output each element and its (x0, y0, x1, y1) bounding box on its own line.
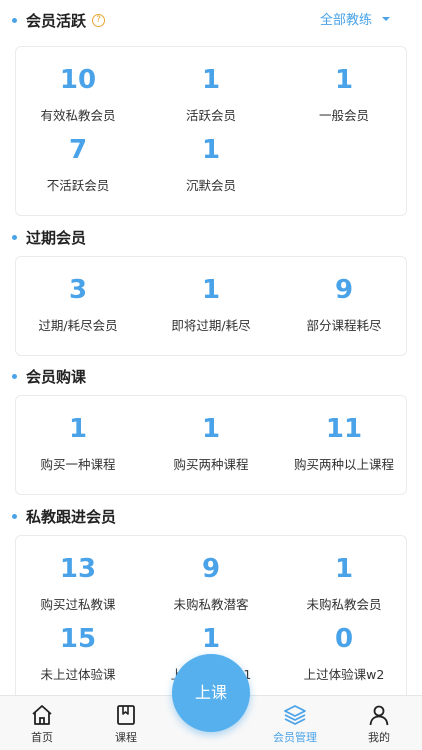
stat-label: 活跃会员 (185, 108, 236, 123)
stat-value: 9 (334, 275, 354, 305)
stat-label: 一般会员 (318, 108, 369, 123)
stat-bought-two-courses[interactable]: 1 购买两种课程 (146, 414, 276, 473)
stat-label: 购买两种课程 (173, 457, 249, 472)
section-header-purchases: 会员购课 (12, 363, 410, 389)
stat-valid-private-members[interactable]: 10 有效私教会员 (13, 65, 143, 124)
stat-label: 未购私教潜客 (173, 597, 249, 612)
section-title: 会员活跃 (26, 11, 87, 30)
stat-label: 上过体验课w2 (303, 667, 385, 682)
stat-silent-members[interactable]: 1 沉默会员 (146, 135, 276, 194)
stat-value: 1 (334, 554, 354, 584)
expired-card: 3 过期/耗尽会员 1 即将过期/耗尽 9 部分课程耗尽 (15, 256, 407, 356)
stat-partial-exhausted[interactable]: 9 部分课程耗尽 (279, 275, 409, 334)
coach-filter-dropdown[interactable]: 全部教练 (320, 9, 390, 28)
tab-course[interactable]: 课程 (91, 696, 161, 750)
stat-value: 1 (201, 414, 221, 444)
stat-bought-one-course[interactable]: 1 购买一种课程 (13, 414, 143, 473)
stat-unbought-prospects[interactable]: 9 未购私教潜客 (146, 554, 276, 613)
stat-value: 7 (68, 135, 88, 165)
section-header-expired: 过期会员 (12, 224, 410, 250)
stat-label: 未购私教会员 (306, 597, 382, 612)
bullet-dot (12, 373, 17, 379)
tab-label: 首页 (31, 731, 53, 744)
stat-value: 15 (59, 624, 97, 654)
stat-label: 购买两种以上课程 (293, 457, 394, 472)
stat-value: 3 (68, 275, 88, 305)
stat-label: 不活跃会员 (46, 178, 110, 193)
section-title: 会员购课 (26, 367, 87, 386)
help-icon[interactable]: ? (92, 13, 106, 27)
activity-card: 10 有效私教会员 1 活跃会员 1 一般会员 7 不活跃会员 1 沉默会员 (15, 46, 407, 216)
start-class-button[interactable]: 上课 (172, 654, 250, 732)
stat-label: 过期/耗尽会员 (38, 318, 118, 333)
stat-normal-members[interactable]: 1 一般会员 (279, 65, 409, 124)
stat-no-trial-class[interactable]: 15 未上过体验课 (13, 624, 143, 683)
stat-active-members[interactable]: 1 活跃会员 (146, 65, 276, 124)
tab-label: 我的 (368, 731, 390, 744)
tab-label: 会员管理 (273, 731, 317, 744)
section-title: 私教跟进会员 (26, 507, 117, 526)
stat-value: 1 (334, 65, 354, 95)
user-icon (369, 705, 389, 726)
stat-value: 1 (201, 135, 221, 165)
purchases-card: 1 购买一种课程 1 购买两种课程 11 购买两种以上课程 (15, 395, 407, 495)
bullet-dot (12, 234, 17, 240)
stat-value: 9 (201, 554, 221, 584)
stat-label: 购买一种课程 (40, 457, 116, 472)
layers-icon (284, 705, 306, 725)
stat-value: 11 (325, 414, 363, 444)
stat-value: 1 (201, 624, 221, 654)
stat-label: 沉默会员 (185, 178, 236, 193)
stat-label: 有效私教会员 (40, 108, 116, 123)
book-icon (117, 705, 135, 725)
stat-label: 即将过期/耗尽 (171, 318, 251, 333)
caret-down-icon (382, 16, 390, 21)
stat-bought-more-courses[interactable]: 11 购买两种以上课程 (279, 414, 409, 473)
section-header-activity: 会员活跃 ? 全部教练 (12, 7, 410, 33)
stat-value: 1 (68, 414, 88, 444)
stat-expiring-soon[interactable]: 1 即将过期/耗尽 (146, 275, 276, 334)
stat-label: 部分课程耗尽 (306, 318, 382, 333)
tab-mine[interactable]: 我的 (344, 696, 414, 750)
section-header-followup: 私教跟进会员 (12, 503, 410, 529)
stat-value: 13 (59, 554, 97, 584)
bullet-dot (12, 513, 17, 519)
stat-value: 0 (334, 624, 354, 654)
tab-label: 课程 (115, 731, 137, 744)
stat-trial-class-w2[interactable]: 0 上过体验课w2 (279, 624, 409, 683)
stat-inactive-members[interactable]: 7 不活跃会员 (13, 135, 143, 194)
home-icon (32, 705, 52, 725)
stat-value: 1 (201, 275, 221, 305)
tab-home[interactable]: 首页 (7, 696, 77, 750)
stat-value: 10 (59, 65, 97, 95)
app: 会员活跃 ? 全部教练 10 有效私教会员 1 活跃会员 1 一般会员 7 不活 (0, 0, 422, 750)
stat-label: 购买过私教课 (40, 597, 116, 612)
stat-bought-private[interactable]: 13 购买过私教课 (13, 554, 143, 613)
bullet-dot (12, 17, 17, 23)
coach-filter-label: 全部教练 (319, 13, 372, 28)
tab-member-management[interactable]: 会员管理 (260, 696, 330, 750)
section-title: 过期会员 (26, 228, 87, 247)
stat-label: 未上过体验课 (40, 667, 116, 682)
stat-unbought-members[interactable]: 1 未购私教会员 (279, 554, 409, 613)
scroll-content[interactable]: 会员活跃 ? 全部教练 10 有效私教会员 1 活跃会员 1 一般会员 7 不活 (0, 0, 422, 750)
stat-expired-members[interactable]: 3 过期/耗尽会员 (13, 275, 143, 334)
stat-value: 1 (201, 65, 221, 95)
